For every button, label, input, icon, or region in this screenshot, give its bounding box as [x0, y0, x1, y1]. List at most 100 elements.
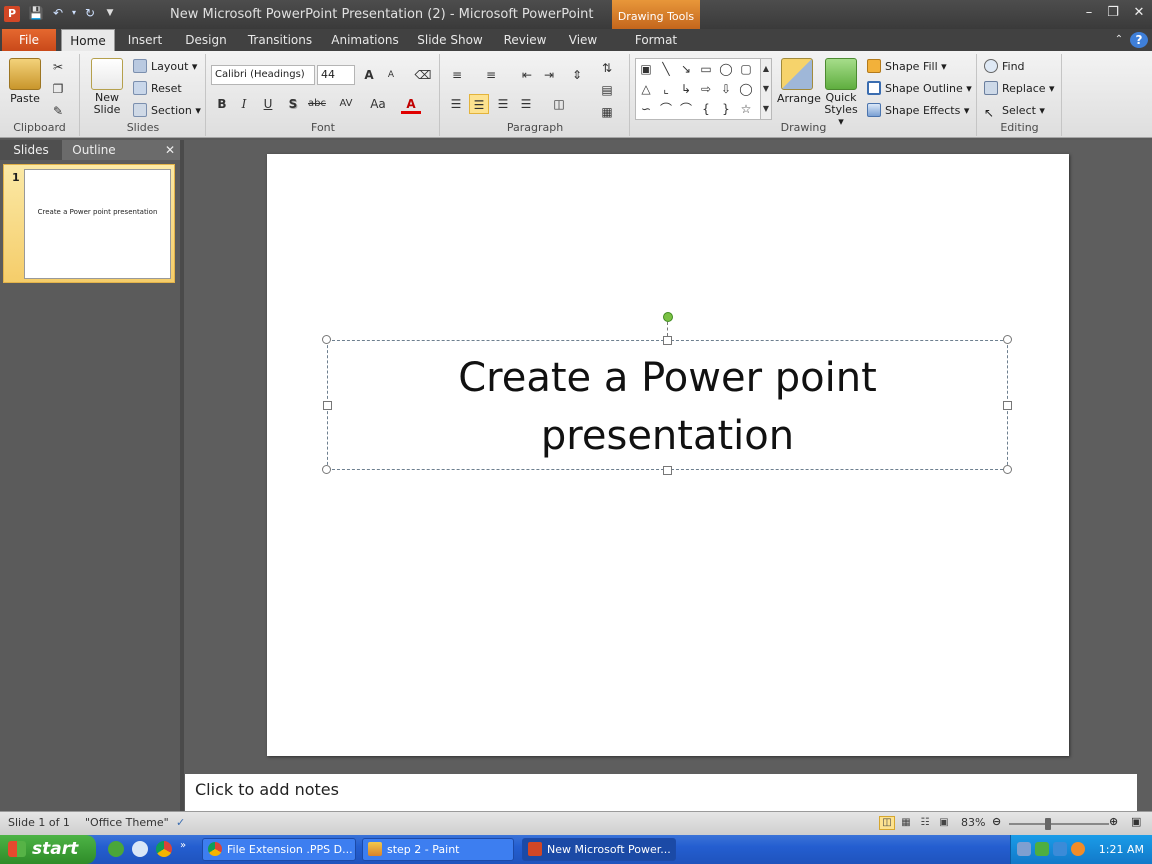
- grow-font-button[interactable]: A: [359, 65, 379, 85]
- close-pane-icon[interactable]: ✕: [160, 140, 180, 160]
- start-button[interactable]: start: [0, 835, 96, 864]
- tab-outline-pane[interactable]: Outline: [62, 140, 126, 160]
- tab-slide-show[interactable]: Slide Show: [414, 29, 486, 51]
- normal-view-icon[interactable]: ◫: [879, 816, 895, 830]
- copy-icon[interactable]: ❐: [48, 79, 68, 99]
- security-icon[interactable]: [1035, 842, 1049, 856]
- powerpoint-app-icon[interactable]: P: [4, 6, 20, 22]
- curve-shape-icon[interactable]: ⌒: [656, 99, 676, 119]
- freeform-shape-icon[interactable]: ∽: [636, 99, 656, 119]
- undo-icon[interactable]: ↶: [50, 5, 66, 21]
- change-case-button[interactable]: Aa: [365, 94, 391, 114]
- format-painter-icon[interactable]: ✎: [48, 101, 68, 121]
- slide-thumbnail-selected[interactable]: 1 Create a Power point presentation: [3, 164, 175, 283]
- rounded-rectangle-shape-icon[interactable]: ▢: [736, 59, 756, 79]
- sync-icon[interactable]: [1053, 842, 1067, 856]
- elbow-connector-shape-icon[interactable]: ⌞: [656, 79, 676, 99]
- align-left-icon[interactable]: ☰: [446, 94, 466, 114]
- spell-check-icon[interactable]: ✓: [176, 816, 185, 829]
- triangle-shape-icon[interactable]: △: [636, 79, 656, 99]
- tab-slides-pane[interactable]: Slides: [0, 140, 62, 160]
- close-button[interactable]: ✕: [1128, 4, 1150, 22]
- line-spacing-icon[interactable]: ⇕: [567, 65, 587, 85]
- save-icon[interactable]: 💾: [28, 5, 44, 21]
- text-box-shape-icon[interactable]: ▣: [636, 59, 656, 79]
- elbow-arrow-shape-icon[interactable]: ↳: [676, 79, 696, 99]
- right-brace-shape-icon[interactable]: }: [716, 99, 736, 119]
- character-spacing-button[interactable]: AV: [333, 94, 359, 114]
- italic-button[interactable]: I: [234, 94, 254, 114]
- slide-title[interactable]: Create a Power point presentation: [328, 349, 1007, 465]
- shapes-gallery[interactable]: ▣ ╲ ↘ ▭ ◯ ▢ △ ⌞ ↳ ⇨ ⇩ ◯ ∽ ⌒ ⌒ { } ☆: [635, 58, 763, 120]
- resize-handle-top-right[interactable]: [1003, 335, 1012, 344]
- slide-thumbnail[interactable]: Create a Power point presentation: [24, 169, 171, 279]
- bullets-icon[interactable]: ≡: [447, 65, 467, 85]
- numbering-icon[interactable]: ≡: [481, 65, 501, 85]
- tab-view[interactable]: View: [562, 29, 604, 51]
- text-direction-icon[interactable]: ⇅: [597, 58, 617, 78]
- app-tray-icon[interactable]: [1071, 842, 1085, 856]
- increase-indent-icon[interactable]: ⇥: [539, 65, 559, 85]
- reset-button[interactable]: Reset: [133, 79, 182, 99]
- align-right-icon[interactable]: ☰: [493, 94, 513, 114]
- line-shape-icon[interactable]: ╲: [656, 59, 676, 79]
- cut-icon[interactable]: ✂: [48, 57, 68, 77]
- align-text-icon[interactable]: ▤: [597, 80, 617, 100]
- customize-qat-icon[interactable]: ▼: [102, 5, 118, 21]
- tab-animations[interactable]: Animations: [328, 29, 402, 51]
- resize-handle-left[interactable]: [323, 401, 332, 410]
- star-shape-icon[interactable]: ☆: [736, 99, 756, 119]
- shapes-more-icon[interactable]: ▲ ▼ ▼: [760, 58, 772, 120]
- resize-handle-bottom-left[interactable]: [322, 465, 331, 474]
- clock[interactable]: 1:21 AM: [1099, 843, 1144, 856]
- zoom-level[interactable]: 83%: [961, 816, 985, 829]
- resize-handle-right[interactable]: [1003, 401, 1012, 410]
- title-placeholder[interactable]: Create a Power point presentation: [327, 340, 1008, 470]
- minimize-button[interactable]: –: [1078, 4, 1100, 22]
- clear-formatting-icon[interactable]: ⌫: [413, 65, 433, 85]
- utorrent-icon[interactable]: [108, 841, 124, 857]
- tab-design[interactable]: Design: [180, 29, 232, 51]
- resize-handle-bottom[interactable]: [663, 466, 672, 475]
- slide-show-view-icon[interactable]: ▣: [936, 816, 952, 830]
- more-quicklaunch-icon[interactable]: »: [180, 840, 186, 851]
- decrease-indent-icon[interactable]: ⇤: [517, 65, 537, 85]
- left-brace-shape-icon[interactable]: {: [696, 99, 716, 119]
- restore-button[interactable]: ❐: [1102, 4, 1124, 22]
- shape-effects-button[interactable]: Shape Effects ▾: [867, 101, 969, 121]
- quick-styles-button[interactable]: Quick Styles ▾: [821, 58, 861, 128]
- help-icon[interactable]: ?: [1130, 32, 1148, 48]
- taskbar-item-paint[interactable]: step 2 - Paint: [362, 838, 514, 861]
- down-arrow-shape-icon[interactable]: ⇩: [716, 79, 736, 99]
- tab-review[interactable]: Review: [498, 29, 552, 51]
- taskbar-item-chrome[interactable]: File Extension .PPS D...: [202, 838, 356, 861]
- zoom-slider-knob[interactable]: [1045, 818, 1051, 830]
- tab-transitions[interactable]: Transitions: [244, 29, 316, 51]
- justify-icon[interactable]: ☰: [516, 94, 536, 114]
- reading-view-icon[interactable]: ☷: [917, 816, 933, 830]
- theme-name[interactable]: "Office Theme": [85, 816, 169, 829]
- tab-insert[interactable]: Insert: [122, 29, 168, 51]
- shrink-font-button[interactable]: A: [381, 65, 401, 85]
- arrow-line-shape-icon[interactable]: ↘: [676, 59, 696, 79]
- arrange-button[interactable]: Arrange: [777, 58, 821, 105]
- slide-sorter-view-icon[interactable]: ▦: [898, 816, 914, 830]
- zoom-in-icon[interactable]: ⊕: [1109, 815, 1118, 828]
- text-shadow-button[interactable]: S: [283, 94, 303, 114]
- desktop-icon[interactable]: [132, 841, 148, 857]
- callout-shape-icon[interactable]: ◯: [736, 79, 756, 99]
- resize-handle-bottom-right[interactable]: [1003, 465, 1012, 474]
- shape-fill-button[interactable]: Shape Fill ▾: [867, 57, 947, 77]
- font-color-button[interactable]: A: [401, 94, 421, 114]
- network-icon[interactable]: [1017, 842, 1031, 856]
- rectangle-shape-icon[interactable]: ▭: [696, 59, 716, 79]
- zoom-out-icon[interactable]: ⊖: [992, 815, 1001, 828]
- tab-file[interactable]: File: [2, 29, 56, 51]
- oval-shape-icon[interactable]: ◯: [716, 59, 736, 79]
- strikethrough-button[interactable]: abc: [307, 94, 327, 114]
- chrome-icon[interactable]: [156, 841, 172, 857]
- find-button[interactable]: Find: [984, 57, 1025, 77]
- columns-icon[interactable]: ◫: [549, 94, 569, 114]
- tab-format[interactable]: Format: [620, 29, 692, 51]
- underline-button[interactable]: U: [258, 94, 278, 114]
